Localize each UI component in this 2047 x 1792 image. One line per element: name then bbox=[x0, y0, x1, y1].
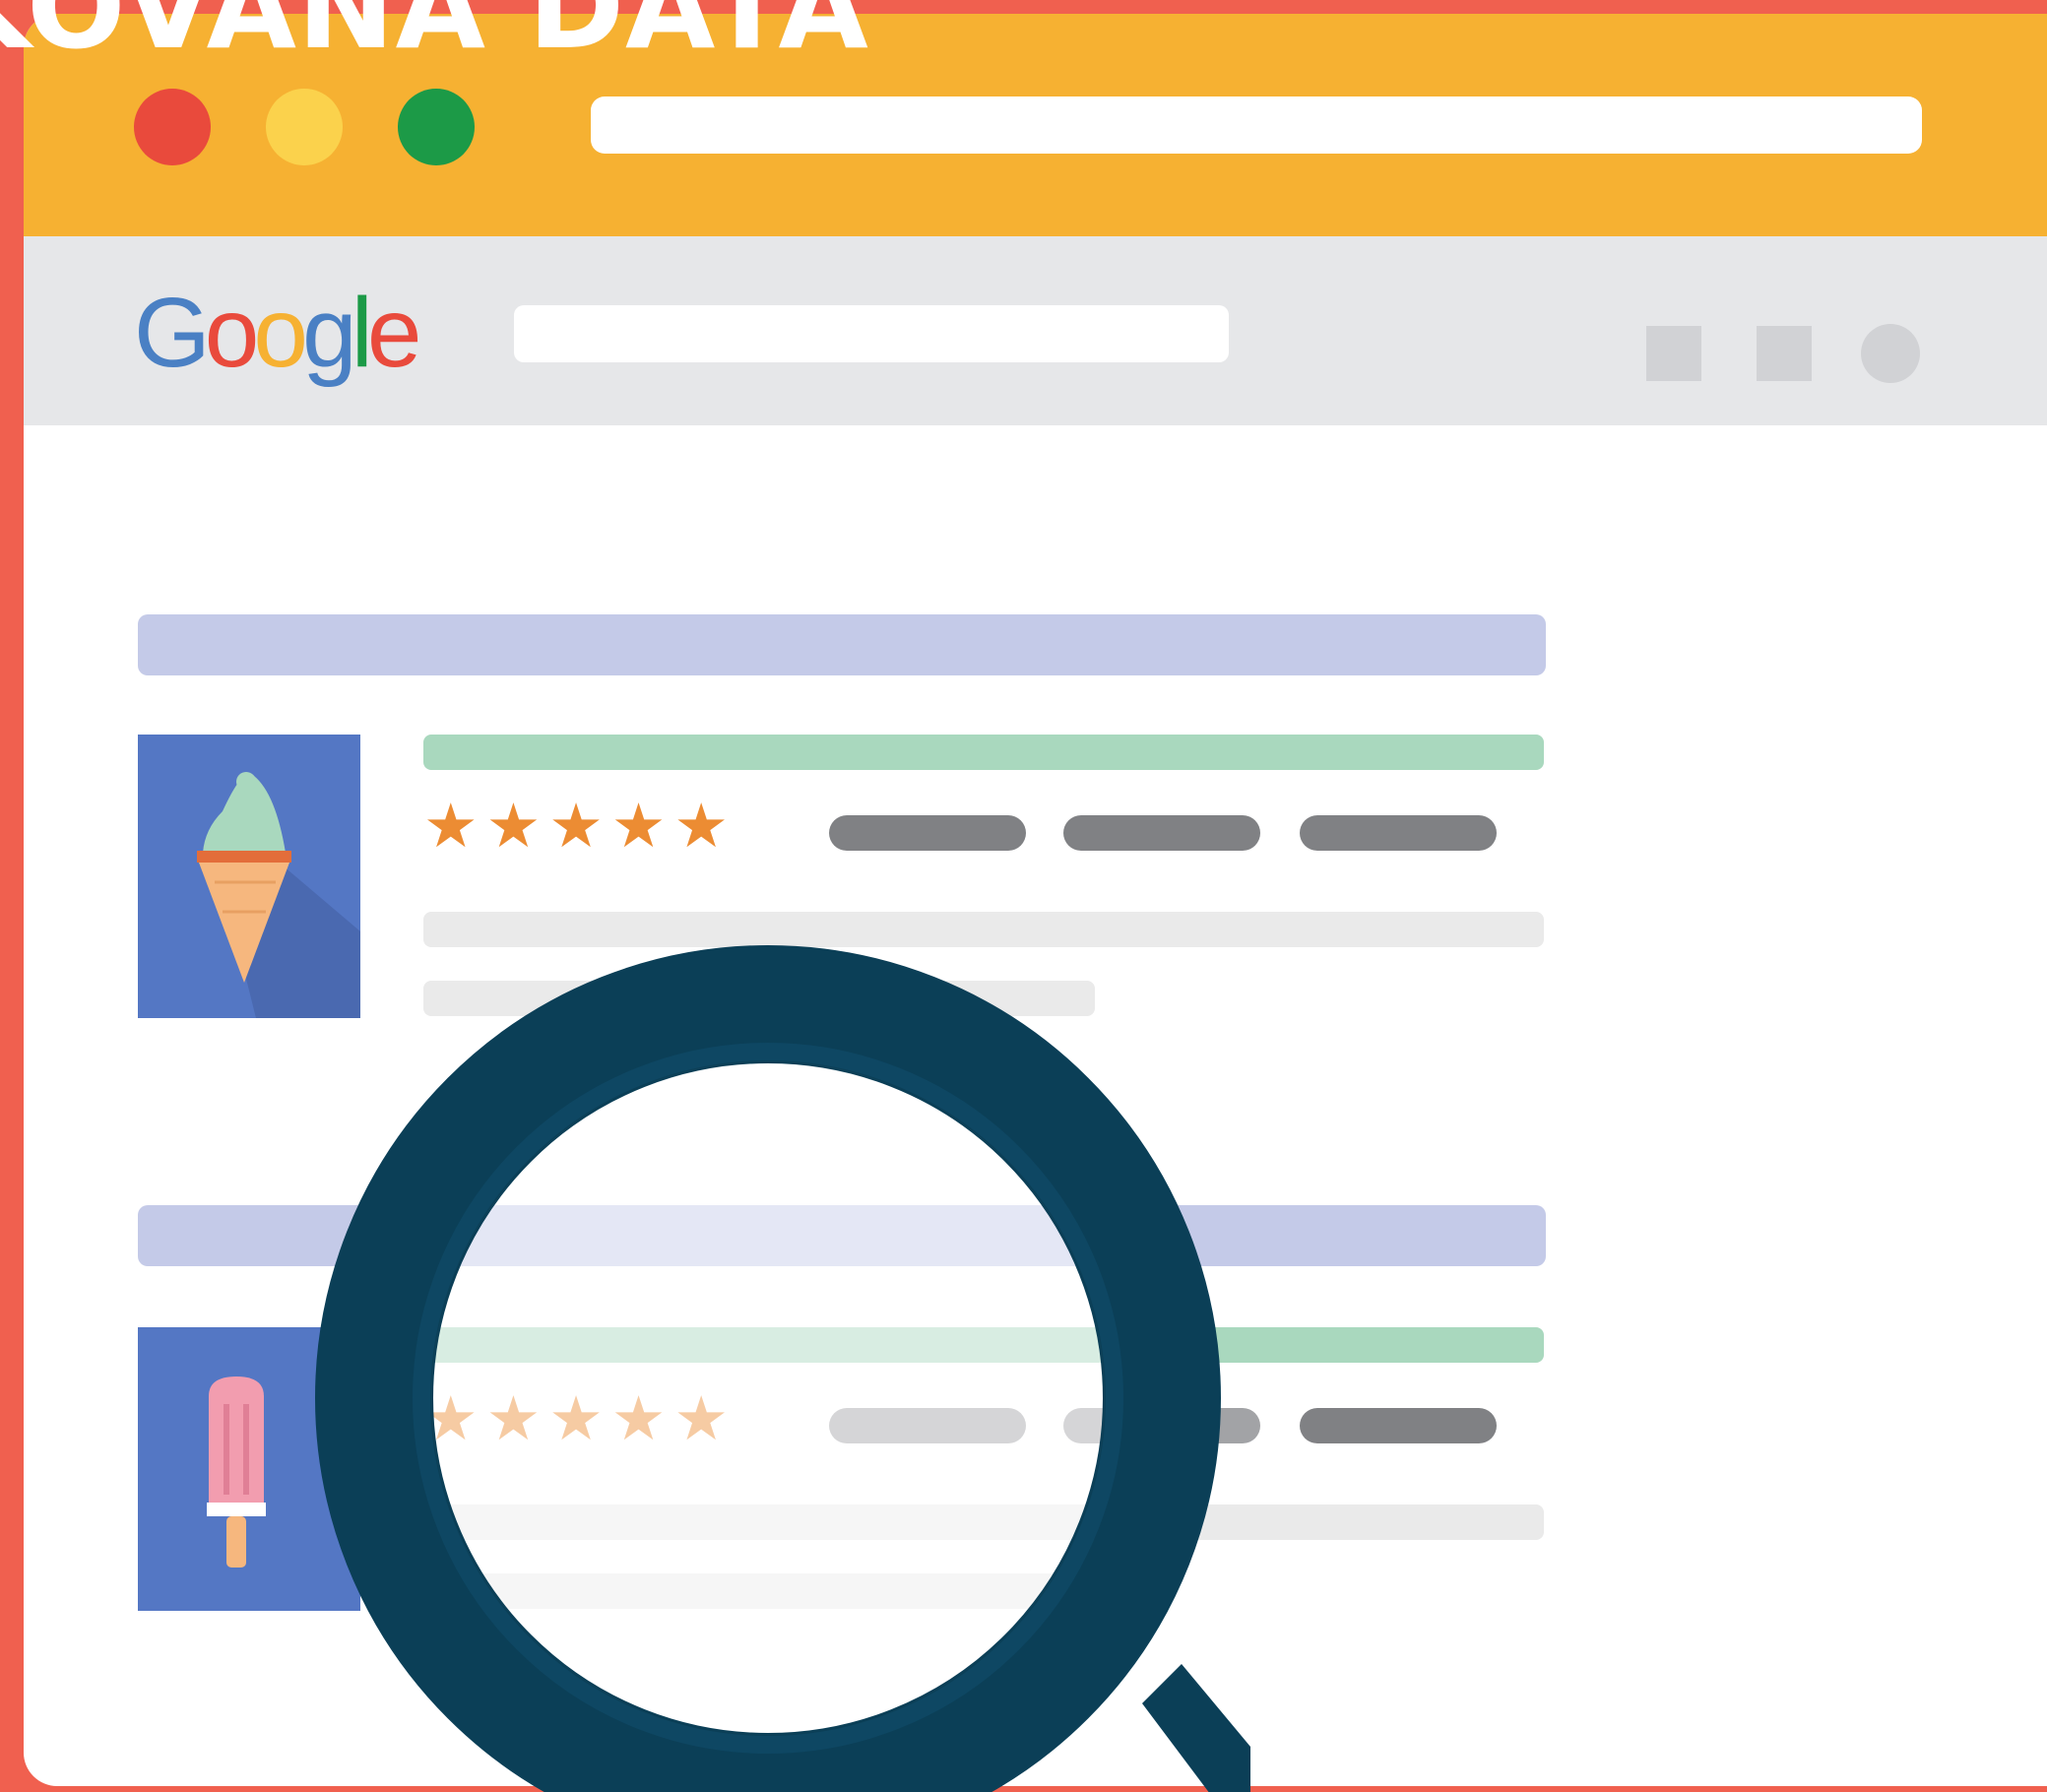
star-icon: ★ bbox=[673, 790, 729, 862]
logo-letter: G bbox=[134, 278, 211, 388]
circle-icon[interactable] bbox=[1861, 324, 1920, 383]
close-window-button[interactable] bbox=[134, 89, 211, 165]
star-icon: ★ bbox=[485, 790, 542, 862]
star-icon: ★ bbox=[423, 790, 479, 862]
result-snippet-line bbox=[423, 912, 1544, 947]
square-icon[interactable] bbox=[1646, 326, 1701, 381]
magnifying-glass-icon bbox=[315, 945, 1250, 1792]
google-logo[interactable]: Google bbox=[134, 274, 422, 392]
result-meta bbox=[1300, 1408, 1497, 1443]
search-input[interactable] bbox=[514, 305, 1229, 362]
square-icon[interactable] bbox=[1757, 326, 1812, 381]
result-link[interactable] bbox=[423, 735, 1544, 770]
page-headline: KOVANÁ DATA bbox=[0, 0, 869, 75]
star-icon: ★ bbox=[548, 790, 604, 862]
google-search-bar: Google bbox=[24, 236, 2047, 425]
star-rating: ★★★★★ bbox=[423, 796, 736, 857]
logo-letter: e bbox=[366, 278, 422, 388]
star-icon: ★ bbox=[610, 790, 667, 862]
maximize-window-button[interactable] bbox=[398, 89, 475, 165]
result-meta bbox=[1063, 815, 1260, 851]
minimize-window-button[interactable] bbox=[266, 89, 343, 165]
logo-letter: o bbox=[204, 278, 260, 388]
logo-letter: g bbox=[302, 278, 357, 388]
result-meta bbox=[1300, 815, 1497, 851]
result-title[interactable] bbox=[138, 614, 1546, 675]
result-meta bbox=[829, 815, 1026, 851]
logo-letter: l bbox=[351, 278, 373, 388]
address-bar[interactable] bbox=[591, 96, 1922, 154]
logo-letter: o bbox=[253, 278, 308, 388]
